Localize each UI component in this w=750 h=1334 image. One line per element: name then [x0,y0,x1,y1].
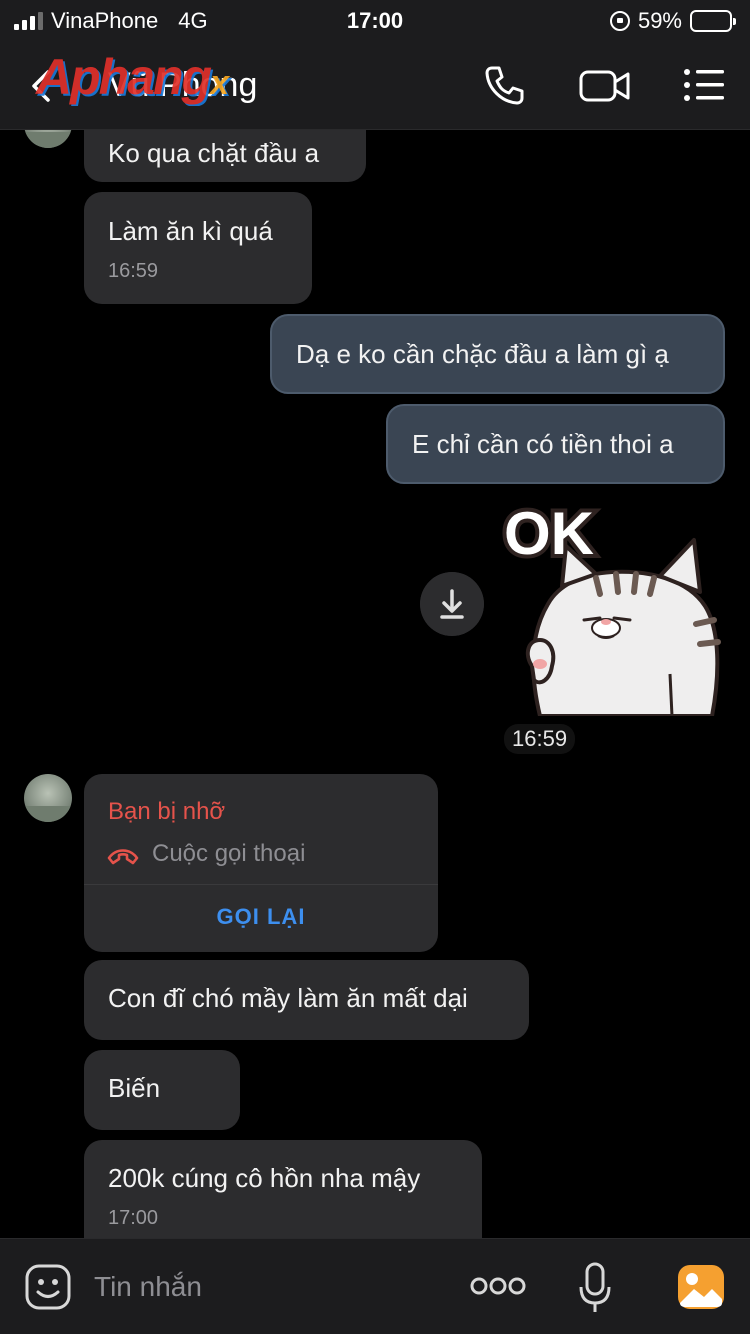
avatar[interactable] [24,774,72,822]
message-bubble[interactable]: Con đĩ chó mầy làm ăn mất dại [84,960,529,1040]
sticker-face-icon[interactable] [24,1263,72,1311]
call-back-button[interactable]: GỌI LẠI [84,904,438,930]
missed-call-card[interactable]: Bạn bị nhỡ Cuộc gọi thoại GỌI LẠI [84,774,438,952]
message-list[interactable]: Ko qua chặt đầu a Làm ăn kì quá 16:59 Dạ… [0,130,750,1238]
message-bubble[interactable]: Ko qua chặt đầu a [84,130,366,182]
ok-cat-sticker[interactable]: OK [500,494,725,716]
message-bubble[interactable]: 200k cúng cô hồn nha mậy 17:00 [84,1140,482,1238]
list-menu-icon[interactable] [682,62,726,108]
divider [84,884,438,885]
message-time: 16:59 [108,260,159,282]
status-right: 59% [609,8,736,34]
battery-icon [690,10,736,32]
message-composer [0,1238,750,1334]
missed-call-type: Cuộc gọi thoại [152,840,306,867]
message-bubble[interactable]: Dạ e ko cần chặc đầu a làm gì ạ [270,314,725,394]
avatar[interactable] [24,130,72,148]
status-bar: VinaPhone 4G 17:00 59% [0,0,750,40]
video-camera-icon[interactable] [578,62,632,108]
message-input[interactable] [94,1265,434,1309]
more-dots-icon[interactable] [470,1275,526,1297]
missed-call-title: Bạn bị nhỡ [108,798,226,825]
message-bubble[interactable]: Làm ăn kì quá 16:59 [84,192,312,304]
message-time: 17:00 [108,1207,159,1229]
message-bubble[interactable]: Biến [84,1050,240,1130]
microphone-icon[interactable] [578,1261,612,1315]
image-gallery-icon[interactable] [676,1263,726,1311]
phone-icon[interactable] [482,62,528,108]
battery-percent: 59% [637,8,682,33]
sticker-time: 16:59 [504,724,576,754]
download-icon[interactable] [420,572,484,636]
chat-header: Vũ Phong Aphangx [0,40,750,130]
missed-call-icon [107,849,139,865]
watermark-logo: Aphangx [36,49,229,105]
message-bubble[interactable]: E chỉ cần có tiền thoi a [386,404,725,484]
rotation-lock-icon [609,11,630,31]
